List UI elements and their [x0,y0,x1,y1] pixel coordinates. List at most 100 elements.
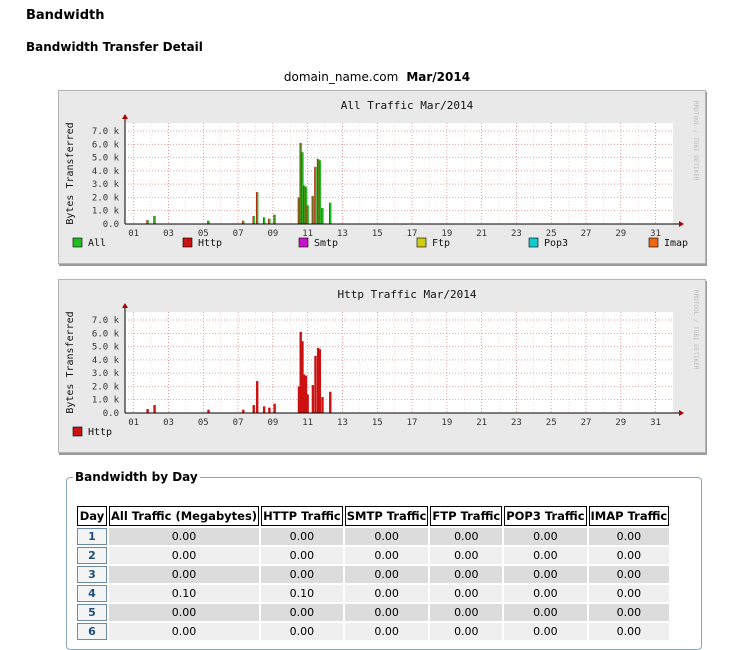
pop3-cell: 0.00 [504,623,587,640]
x-tick-label: 17 [407,229,418,239]
y-tick-label: 3.0 k [92,180,120,190]
x-tick-label: 15 [372,418,383,428]
imap-cell: 0.00 [588,623,670,640]
all-traffic-cell: 0.00 [109,623,260,640]
bar [311,385,315,413]
x-tick-label: 03 [163,229,174,239]
domain-name: domain_name.com [283,70,399,84]
day-button[interactable]: 5 [77,604,107,621]
bar [314,355,317,413]
col-day: Day [77,506,107,526]
bar [306,394,309,413]
y-axis-label: Bytes Transferred [65,122,76,224]
domain-heading: domain_name.com Mar/2014 [0,70,754,84]
ftp-cell: 0.00 [430,623,503,640]
bar-overlay [256,192,257,224]
page-title: Bandwidth [26,8,105,23]
all-traffic-cell: 0.00 [109,604,260,621]
http-cell: 0.00 [261,623,343,640]
y-axis-label: Bytes Transferred [65,311,76,413]
http-traffic-chart: 0.0 1.0 k 2.0 k 3.0 k 4.0 k 5.0 k 6.0 k 7.0 k 01… [58,279,706,453]
x-tick-label: 29 [615,418,626,428]
col-imap: IMAP Traffic [588,506,670,526]
imap-cell: 0.00 [588,585,670,602]
x-tick-label: 23 [511,418,522,428]
legend-swatch [298,237,309,248]
legend-label: Http [88,427,112,438]
plot-area [125,312,673,413]
x-tick-label: 31 [650,418,661,428]
x-tick-label: 27 [581,418,592,428]
table-row: 5 0.00 0.00 0.00 0.00 0.00 0.00 [77,604,670,621]
bar-overlay [273,214,275,224]
ftp-cell: 0.00 [430,604,503,621]
bar [146,409,149,413]
y-tick-label: 4.0 k [92,167,120,177]
bar [268,407,271,413]
y-tick-label: 5.0 k [92,343,120,353]
x-tick-label: 15 [372,229,383,239]
x-tick-label: 17 [407,418,418,428]
pop3-cell: 0.00 [504,566,587,583]
col-http: HTTP Traffic [261,506,343,526]
x-tick-label: 19 [441,418,452,428]
bar-overlay [297,197,299,224]
col-all-traffic: All Traffic (Megabytes) [109,506,260,526]
bar [262,406,266,413]
y-tick-label: 2.0 k [92,193,120,203]
day-cell[interactable]: 6 [77,623,107,640]
x-tick-label: 21 [476,229,487,239]
bar [252,405,255,413]
pop3-cell: 0.00 [504,547,587,564]
x-tick-label: 09 [267,229,278,239]
x-tick-label: 13 [337,418,348,428]
bandwidth-by-day: Bandwidth by Day Day All Traffic (Megaby… [66,470,702,650]
bar-overlay [299,142,301,224]
day-button[interactable]: 3 [77,566,107,583]
x-tick-label: 11 [302,418,313,428]
all-traffic-cell: 0.10 [109,585,260,602]
day-button[interactable]: 6 [77,623,107,640]
x-tick-label: 25 [546,418,557,428]
all-traffic-chart-svg: 0.0 1.0 k 2.0 k 3.0 k 4.0 k 5.0 k 6.0 k 7.0 k 01… [65,99,699,249]
bar-overlay [314,166,316,224]
bar-overlay [329,202,330,224]
day-button[interactable]: 1 [77,528,107,545]
legend-swatch [182,237,193,248]
day-cell[interactable]: 5 [77,604,107,621]
day-cell[interactable]: 1 [77,528,107,545]
all-traffic-cell: 0.00 [109,566,260,583]
chart-title: All Traffic Mar/2014 [341,99,474,112]
y-tick-label: 3.0 k [92,369,120,379]
legend-label: Http [198,238,222,249]
day-button[interactable]: 2 [77,547,107,564]
x-tick-label: 07 [233,418,244,428]
y-tick-label: 5.0 k [92,154,120,164]
imap-cell: 0.00 [588,528,670,545]
x-tick-label: 23 [511,229,522,239]
watermark: RRDTOOL / TOBI OETIKER [692,290,699,370]
domain-period: Mar/2014 [406,70,471,84]
page-subtitle: Bandwidth Transfer Detail [26,40,203,54]
day-button[interactable]: 4 [77,585,107,602]
table-row: 6 0.00 0.00 0.00 0.00 0.00 0.00 [77,623,670,640]
legend-swatch [648,237,659,248]
smtp-cell: 0.00 [344,566,429,583]
smtp-cell: 0.00 [344,604,429,621]
table-row: 3 0.00 0.00 0.00 0.00 0.00 0.00 [77,566,670,583]
day-cell[interactable]: 2 [77,547,107,564]
y-tick-label: 7.0 k [92,316,120,326]
smtp-cell: 0.00 [344,585,429,602]
table-row: 4 0.10 0.10 0.00 0.00 0.00 0.00 [77,585,670,602]
y-axis-arrow [122,114,128,119]
day-cell[interactable]: 4 [77,585,107,602]
x-tick-label: 27 [581,229,592,239]
day-cell[interactable]: 3 [77,566,107,583]
x-axis-arrow [679,410,684,416]
bar-overlay [316,158,318,224]
x-tick-label: 29 [615,229,626,239]
y-tick-label: 6.0 k [92,140,120,150]
bar-overlay [153,216,155,224]
bar-overlay [146,220,148,224]
legend-label: Imap [664,238,688,249]
